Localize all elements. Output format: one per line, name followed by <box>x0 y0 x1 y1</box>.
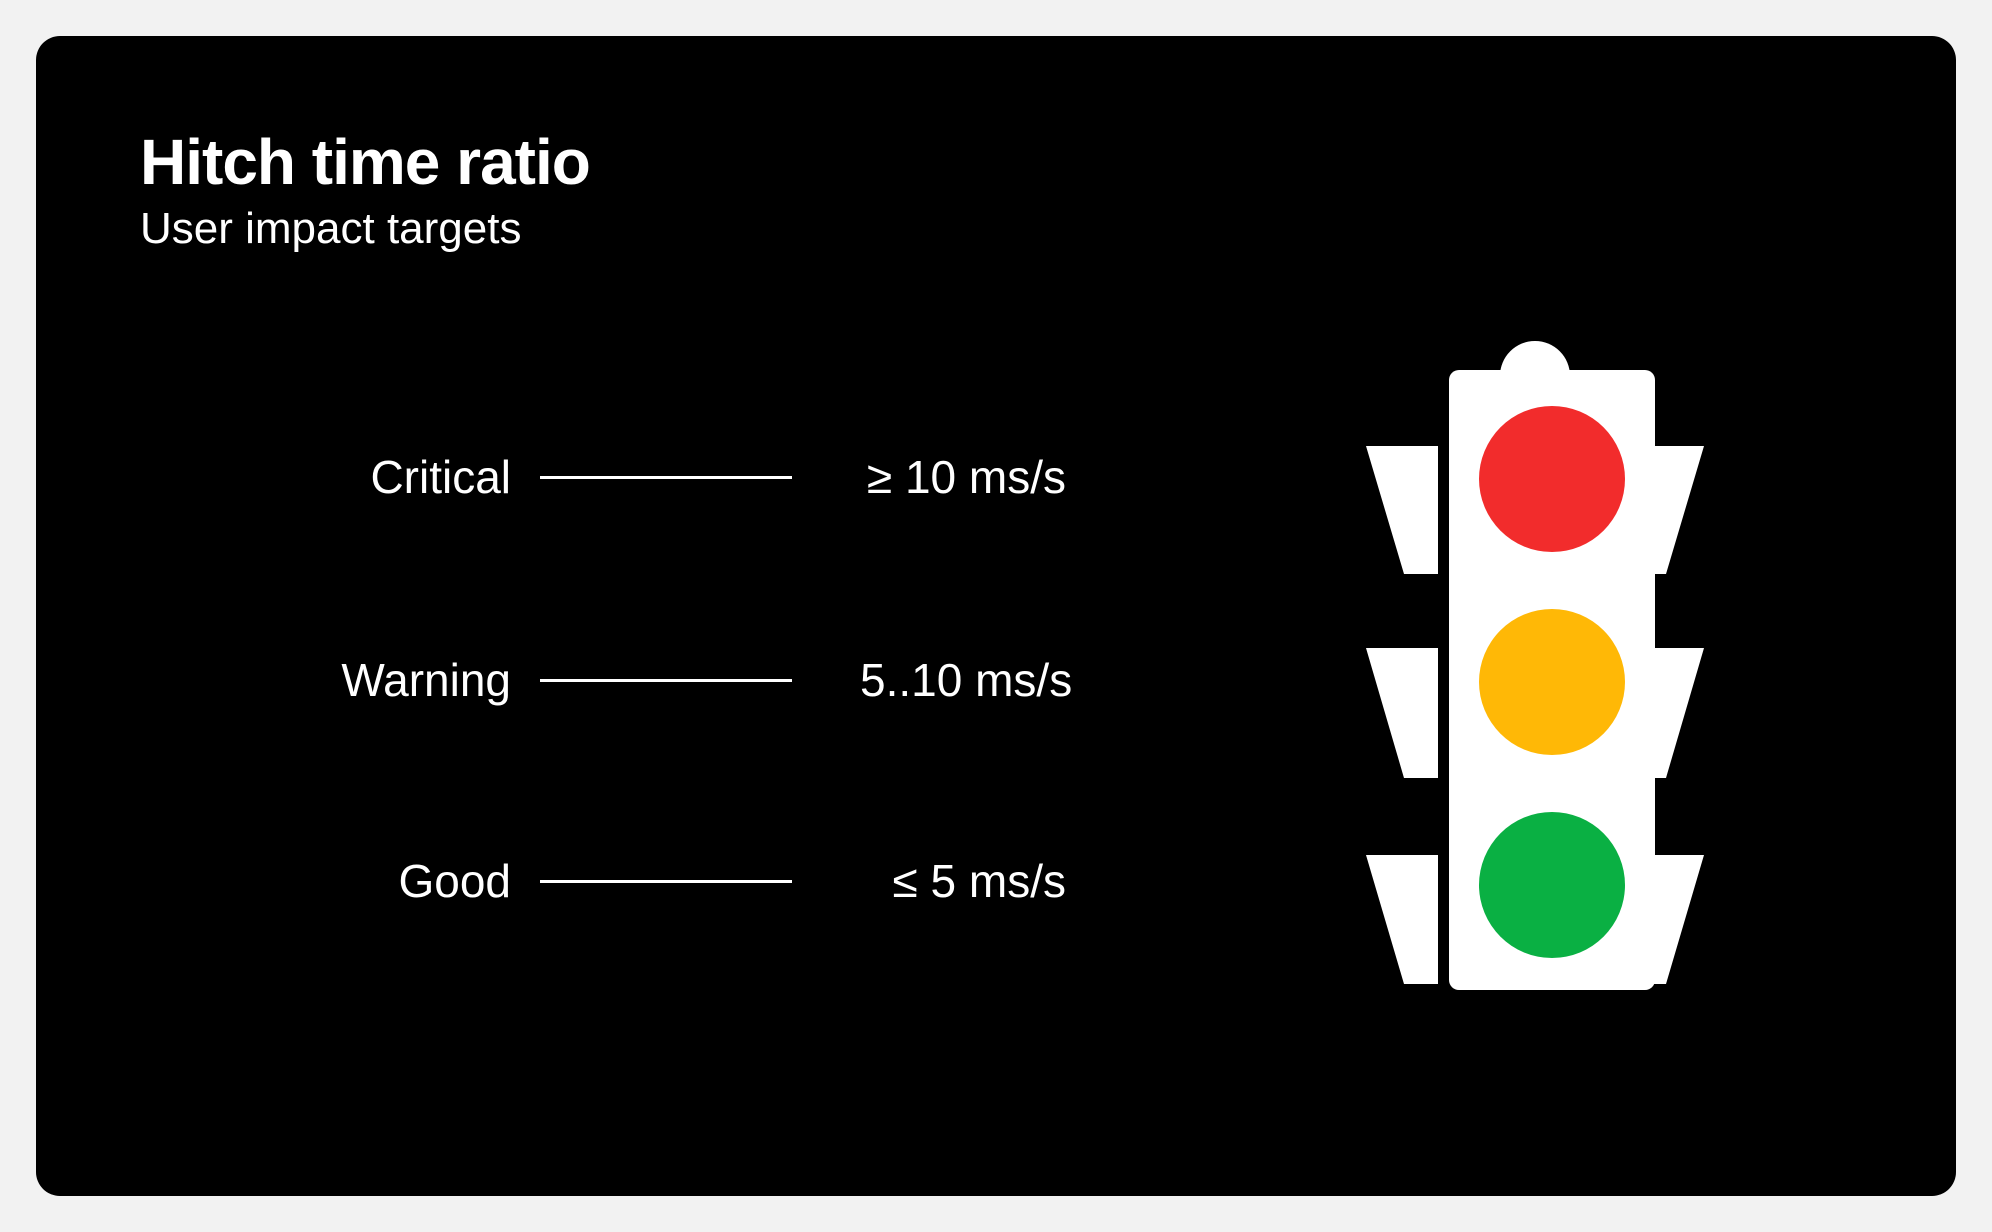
visor-left-middle <box>1366 648 1438 778</box>
traffic-light-icon <box>1366 341 1704 990</box>
slide-subtitle: User impact targets <box>140 204 522 253</box>
visor-right-middle <box>1632 648 1704 778</box>
slide-title: Hitch time ratio <box>140 126 591 198</box>
connector-line <box>540 679 792 682</box>
connector-line <box>540 880 792 883</box>
threshold-value: 5..10 ms/s <box>860 654 1073 706</box>
traffic-light-amber <box>1479 609 1625 755</box>
threshold-label: Critical <box>370 451 511 503</box>
visor-right-top <box>1632 446 1704 574</box>
threshold-label: Good <box>398 855 511 907</box>
visor-right-bottom <box>1632 855 1704 984</box>
threshold-value: ≤ 5 ms/s <box>892 855 1067 907</box>
traffic-light-red <box>1479 406 1625 552</box>
threshold-value: ≥ 10 ms/s <box>866 451 1066 503</box>
threshold-row-critical: Critical ≥ 10 ms/s <box>36 442 1236 512</box>
threshold-row-warning: Warning 5..10 ms/s <box>36 645 1236 715</box>
threshold-row-good: Good ≤ 5 ms/s <box>36 846 1236 916</box>
visor-left-top <box>1366 446 1438 574</box>
slide: Hitch time ratio User impact targets Cri… <box>36 36 1956 1196</box>
visor-left-bottom <box>1366 855 1438 984</box>
traffic-light-green <box>1479 812 1625 958</box>
connector-line <box>540 476 792 479</box>
threshold-label: Warning <box>341 654 511 706</box>
